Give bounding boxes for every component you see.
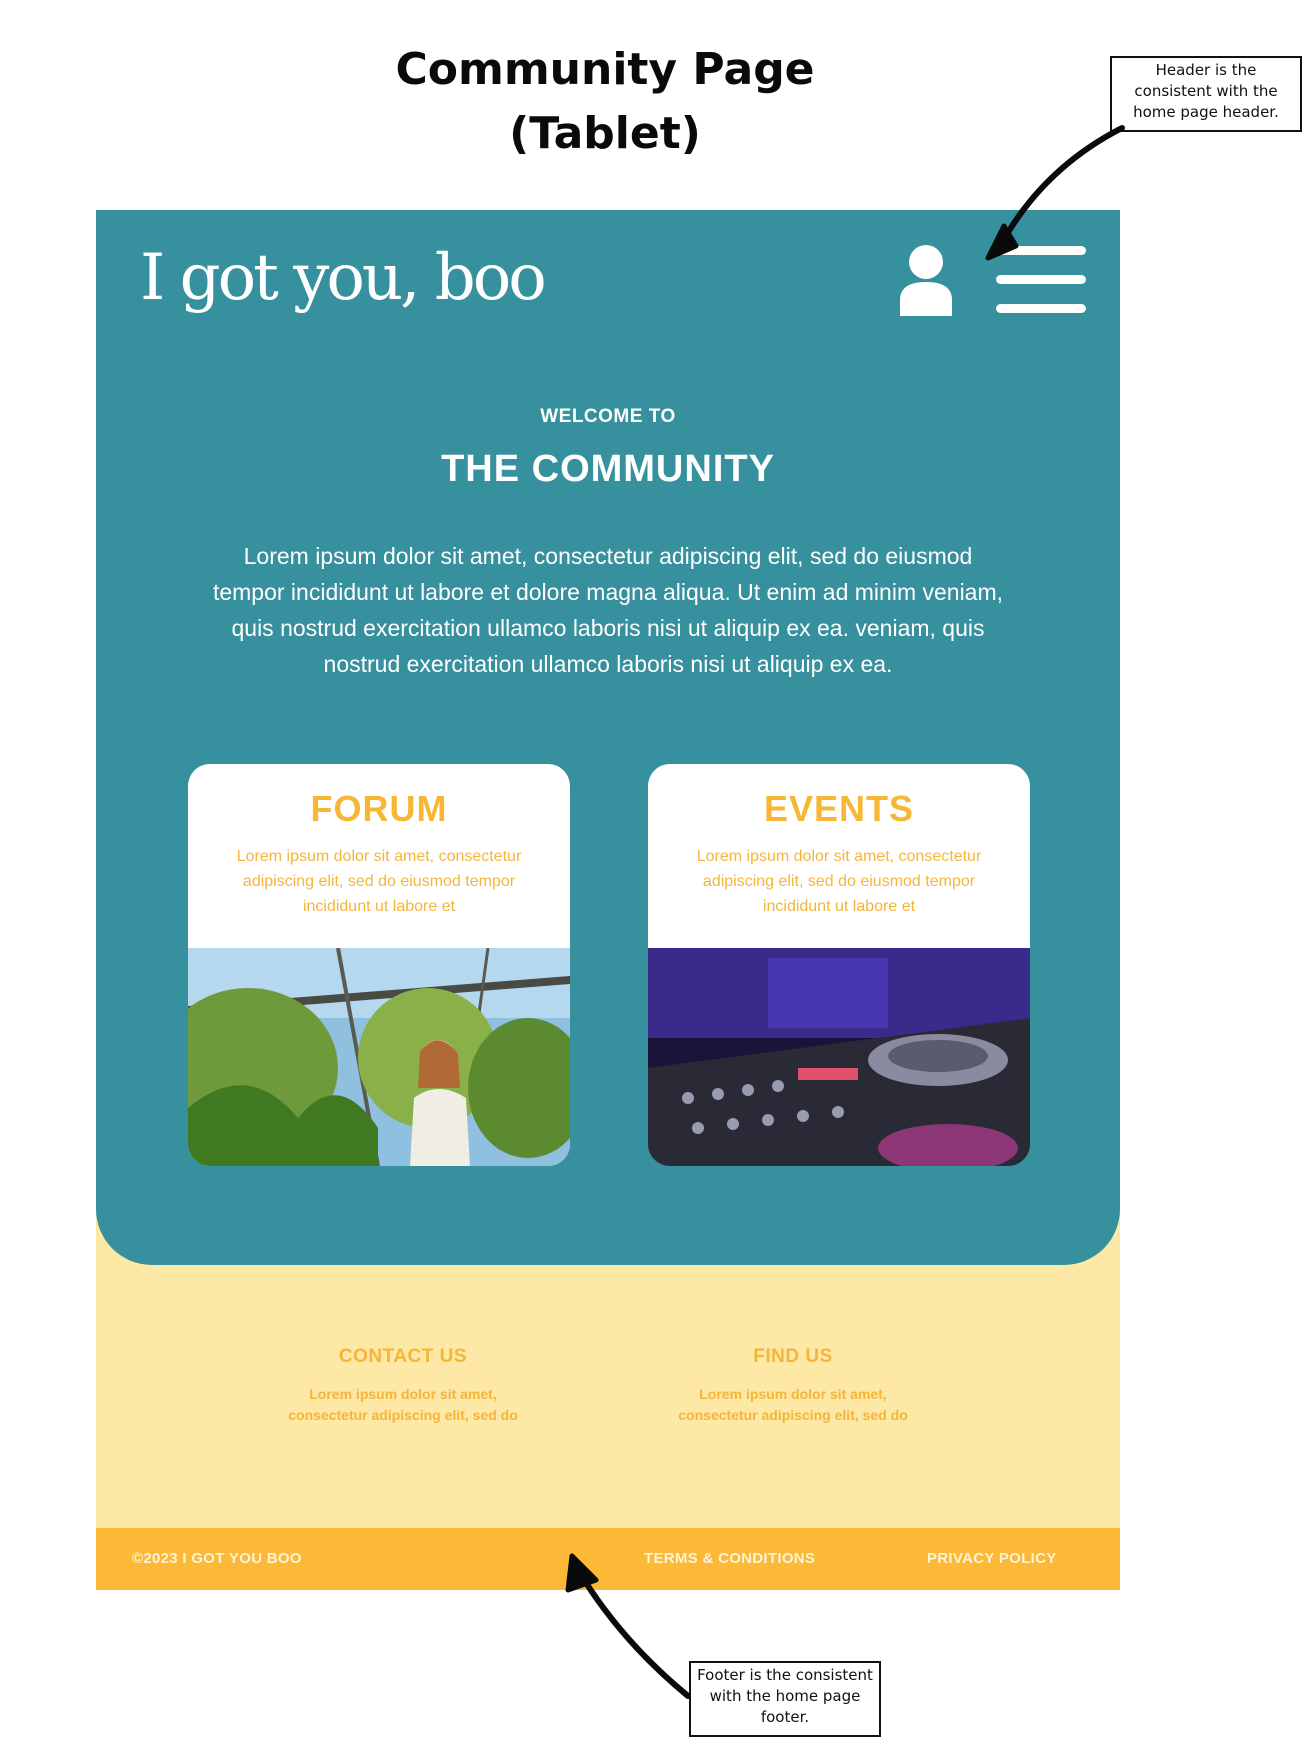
copyright-text: ©2023 I GOT YOU BOO bbox=[132, 1550, 302, 1567]
events-card-text: Lorem ipsum dolor sit amet, consectetur … bbox=[696, 848, 982, 915]
document-title: Community Page (Tablet) bbox=[0, 38, 1210, 166]
forum-card-title: FORUM bbox=[310, 788, 448, 829]
footer-contact-title[interactable]: CONTACT US bbox=[273, 1346, 533, 1368]
footer-find: FIND US Lorem ipsum dolor sit amet, cons… bbox=[663, 1346, 923, 1426]
hero-section: I got you, boo WELCOME TO THE COMMUNITY … bbox=[96, 210, 1120, 1265]
hero-title: THE COMMUNITY bbox=[441, 448, 775, 490]
events-photo bbox=[648, 948, 1030, 1166]
footer-bar: ©2023 I GOT YOU BOO TERMS & CONDITIONS P… bbox=[96, 1528, 1120, 1590]
site-logo[interactable]: I got you, boo bbox=[140, 236, 547, 320]
footer-contact: CONTACT US Lorem ipsum dolor sit amet, c… bbox=[273, 1346, 533, 1426]
footer-find-title[interactable]: FIND US bbox=[663, 1346, 923, 1368]
events-card-title: EVENTS bbox=[763, 788, 915, 829]
header-annotation: Header is the consistent with the home p… bbox=[1110, 56, 1302, 132]
footer-contact-text: Lorem ipsum dolor sit amet, consectetur … bbox=[288, 1386, 518, 1423]
privacy-link[interactable]: PRIVACY POLICY bbox=[927, 1550, 1057, 1567]
footer-find-text: Lorem ipsum dolor sit amet, consectetur … bbox=[678, 1386, 908, 1423]
forum-photo bbox=[188, 948, 570, 1166]
tablet-mockup: I got you, boo WELCOME TO THE COMMUNITY … bbox=[96, 210, 1120, 1590]
terms-link[interactable]: TERMS & CONDITIONS bbox=[644, 1550, 815, 1567]
hero-intro: Lorem ipsum dolor sit amet, consectetur … bbox=[212, 543, 1004, 677]
user-icon[interactable] bbox=[898, 244, 954, 316]
hamburger-menu-icon[interactable] bbox=[996, 246, 1086, 316]
hero-eyebrow: WELCOME TO bbox=[540, 406, 676, 427]
document-title-line2: (Tablet) bbox=[509, 108, 701, 159]
events-card[interactable]: EVENTS Lorem ipsum dolor sit amet, conse… bbox=[648, 764, 1030, 1166]
forum-card-text: Lorem ipsum dolor sit amet, consectetur … bbox=[236, 848, 522, 915]
document-title-line1: Community Page bbox=[395, 44, 815, 95]
forum-card[interactable]: FORUM Lorem ipsum dolor sit amet, consec… bbox=[188, 764, 570, 1166]
footer-annotation: Footer is the consistent with the home p… bbox=[689, 1661, 881, 1737]
